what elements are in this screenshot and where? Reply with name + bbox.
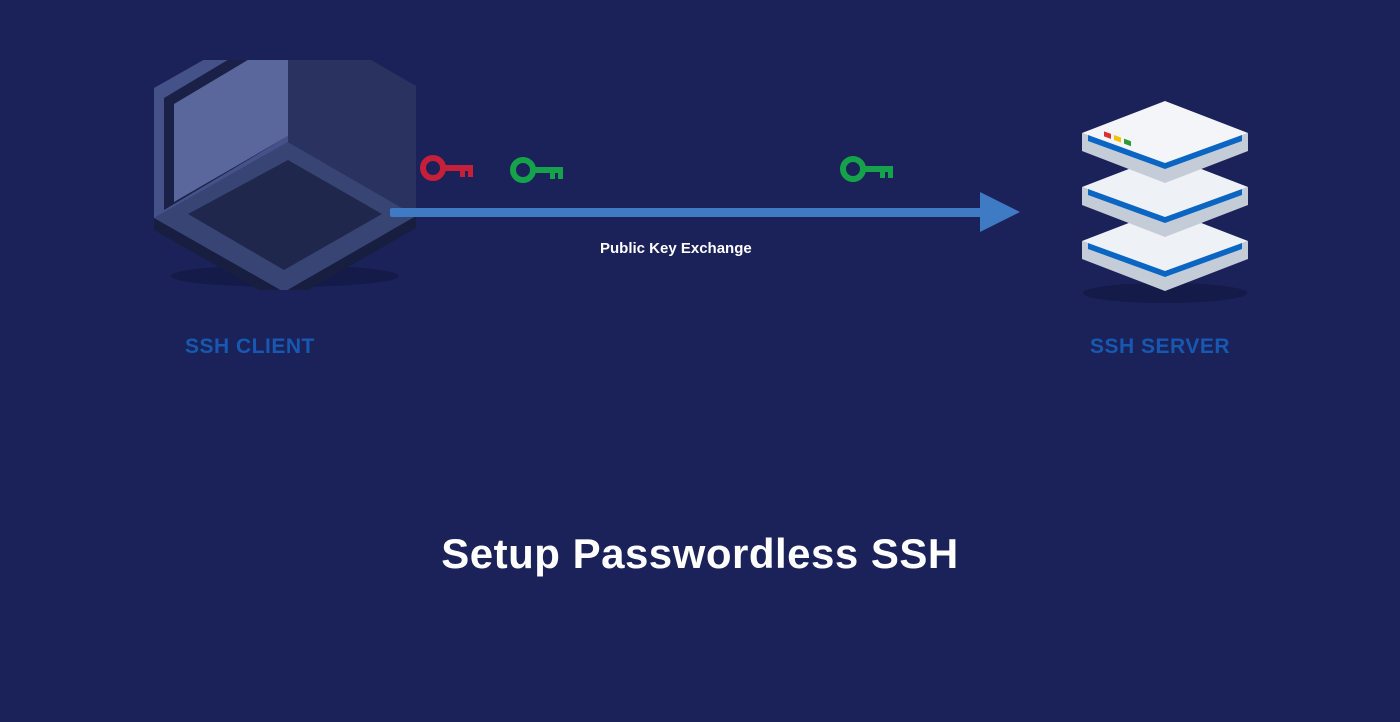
exchange-label: Public Key Exchange: [600, 240, 752, 257]
server-label: SSH SERVER: [1090, 335, 1230, 359]
green-key-client-icon: [510, 155, 570, 185]
client-label: SSH CLIENT: [185, 335, 315, 359]
page-title: Setup Passwordless SSH: [0, 530, 1400, 578]
red-key-icon: [420, 153, 480, 183]
ssh-diagram: SSH CLIENT Public Key Exchange: [140, 60, 1260, 390]
exchange-arrow: [390, 190, 1020, 230]
server-icon: [1070, 85, 1260, 305]
laptop-icon: [140, 60, 420, 290]
green-key-server-icon: [840, 154, 900, 184]
